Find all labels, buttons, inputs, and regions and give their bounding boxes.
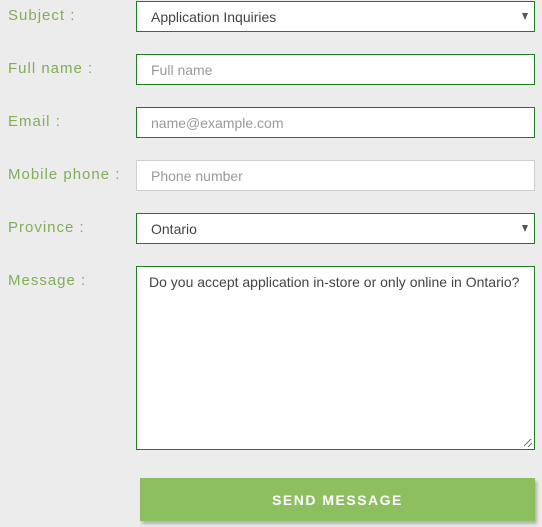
email-placeholder: name@example.com [151, 115, 284, 131]
mobile-phone-placeholder: Phone number [151, 168, 243, 184]
province-label: Province : [8, 219, 85, 236]
resize-grip-icon[interactable] [524, 439, 532, 447]
mobile-phone-input[interactable]: Phone number [136, 160, 535, 191]
message-value: Do you accept application in-store or on… [149, 274, 520, 290]
send-message-button[interactable]: SEND MESSAGE [140, 478, 535, 521]
subject-select[interactable]: Application Inquiries [136, 1, 535, 32]
message-textarea[interactable]: Do you accept application in-store or on… [136, 266, 535, 450]
chevron-down-icon [522, 13, 528, 20]
email-label: Email : [8, 113, 61, 130]
chevron-down-icon [522, 225, 528, 232]
message-label: Message : [8, 272, 87, 289]
mobile-phone-label: Mobile phone : [8, 166, 121, 183]
province-value: Ontario [151, 221, 197, 237]
full-name-label: Full name : [8, 60, 94, 77]
full-name-input[interactable]: Full name [136, 54, 535, 85]
province-select[interactable]: Ontario [136, 213, 535, 244]
subject-value: Application Inquiries [151, 9, 277, 25]
email-input[interactable]: name@example.com [136, 107, 535, 138]
full-name-placeholder: Full name [151, 62, 213, 78]
subject-label: Subject : [8, 7, 76, 24]
